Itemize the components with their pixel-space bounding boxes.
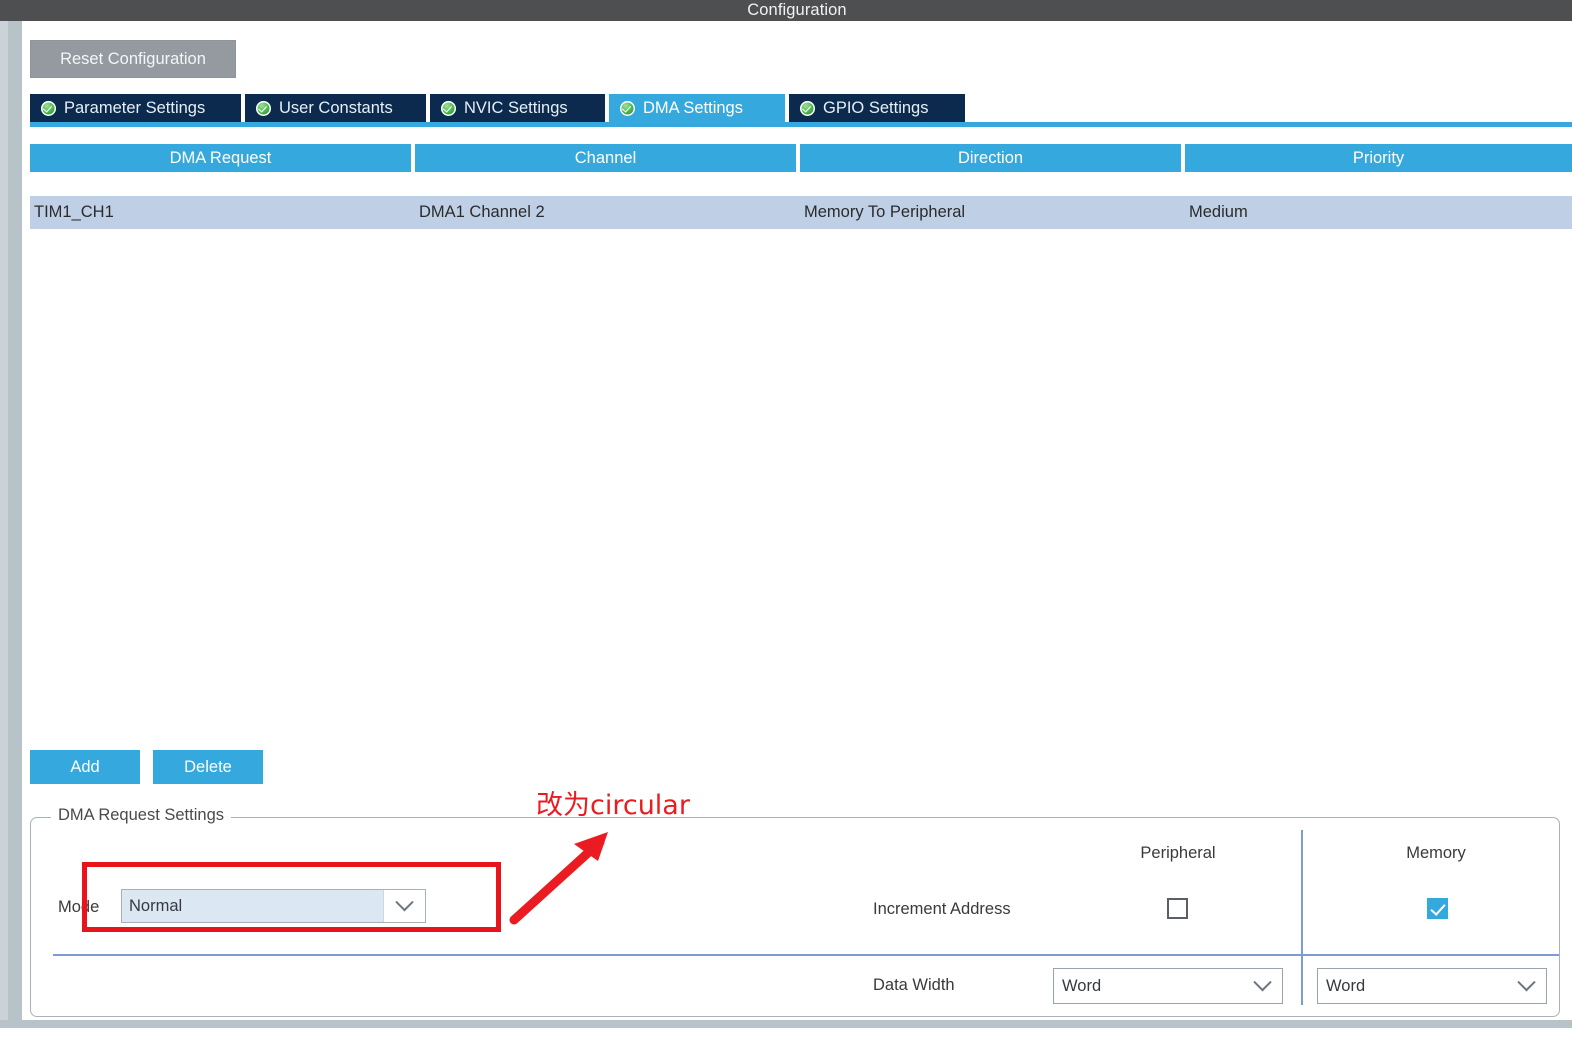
data-width-peripheral-dropdown[interactable]: Word xyxy=(1053,968,1283,1004)
add-button[interactable]: Add xyxy=(30,750,140,784)
column-header-memory: Memory xyxy=(1406,844,1466,862)
data-width-label: Data Width xyxy=(873,976,955,994)
column-header-dma-request[interactable]: DMA Request xyxy=(30,144,411,172)
cell-direction: Memory To Peripheral xyxy=(804,203,966,221)
annotation-text: 改为circular xyxy=(536,790,690,821)
chevron-down-icon xyxy=(383,890,425,922)
window-left-frame-inner xyxy=(0,0,8,1028)
table-row[interactable]: TIM1_CH1 DMA1 Channel 2 Memory To Periph… xyxy=(30,196,1572,229)
window-content: Reset Configuration Parameter Settings U… xyxy=(22,21,1572,1020)
tab-parameter-settings[interactable]: Parameter Settings xyxy=(30,94,241,122)
delete-button[interactable]: Delete xyxy=(153,750,263,784)
data-width-memory-dropdown[interactable]: Word xyxy=(1317,968,1547,1004)
mode-dropdown[interactable]: Normal xyxy=(121,889,426,923)
mode-label: Mode xyxy=(58,898,100,916)
settings-divider-right xyxy=(1303,954,1559,956)
cell-channel: DMA1 Channel 2 xyxy=(419,203,545,221)
group-title: DMA Request Settings xyxy=(51,805,231,825)
tab-dma-settings[interactable]: DMA Settings xyxy=(609,94,785,122)
data-width-peripheral-value: Word xyxy=(1062,976,1102,995)
window-titlebar: Configuration xyxy=(22,0,1572,21)
dma-request-settings-group: DMA Request Settings Mode Normal Periphe… xyxy=(30,805,1560,1017)
tab-label: Parameter Settings xyxy=(64,99,206,117)
tab-user-constants[interactable]: User Constants xyxy=(245,94,426,122)
settings-tabbar: Parameter Settings User Constants NVIC S… xyxy=(30,94,1572,124)
table-header-row: DMA Request Channel Direction Priority xyxy=(30,144,1572,172)
mode-value: Normal xyxy=(129,896,183,915)
chevron-down-icon xyxy=(1242,969,1282,1003)
tab-label: GPIO Settings xyxy=(823,99,929,117)
peripheral-memory-divider xyxy=(1301,830,1303,1005)
tab-label: NVIC Settings xyxy=(464,99,568,117)
window-left-frame xyxy=(0,0,22,1028)
tabbar-underline xyxy=(30,122,1572,127)
increment-address-memory-checkbox[interactable] xyxy=(1427,898,1448,919)
dma-request-table: DMA Request Channel Direction Priority T… xyxy=(30,144,1572,229)
check-circle-icon xyxy=(41,100,56,116)
titlebar-left-cap xyxy=(0,0,22,21)
check-circle-icon xyxy=(256,100,271,116)
chevron-down-icon xyxy=(1506,969,1546,1003)
cell-dma-request: TIM1_CH1 xyxy=(34,203,114,221)
check-circle-icon xyxy=(800,100,815,116)
settings-divider-left xyxy=(53,954,1301,956)
data-width-memory-value: Word xyxy=(1326,976,1366,995)
window-bottom-frame xyxy=(0,1020,1572,1028)
increment-address-peripheral-checkbox[interactable] xyxy=(1167,898,1188,919)
check-circle-icon xyxy=(441,100,456,116)
increment-address-label: Increment Address xyxy=(873,900,1011,918)
column-header-channel[interactable]: Channel xyxy=(415,144,796,172)
cell-priority: Medium xyxy=(1189,203,1248,221)
check-circle-icon xyxy=(620,100,635,116)
tab-nvic-settings[interactable]: NVIC Settings xyxy=(430,94,605,122)
reset-configuration-button[interactable]: Reset Configuration xyxy=(30,40,236,78)
column-header-direction[interactable]: Direction xyxy=(800,144,1181,172)
column-header-priority[interactable]: Priority xyxy=(1185,144,1572,172)
tab-label: DMA Settings xyxy=(643,99,743,117)
column-header-peripheral: Peripheral xyxy=(1140,844,1216,862)
window-title: Configuration xyxy=(747,1,847,19)
tab-label: User Constants xyxy=(279,99,393,117)
tab-gpio-settings[interactable]: GPIO Settings xyxy=(789,94,965,122)
configuration-window: Configuration Reset Configuration Parame… xyxy=(0,0,1572,1048)
